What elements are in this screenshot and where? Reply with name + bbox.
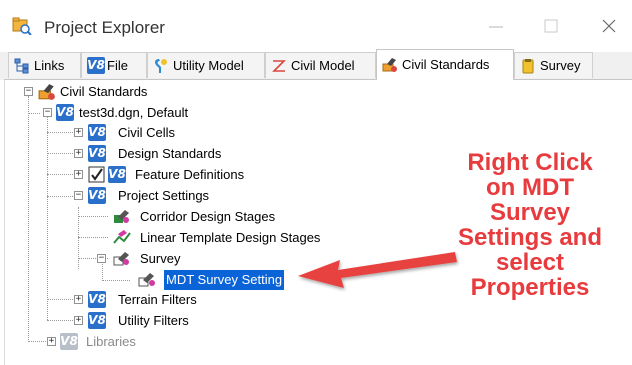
expand-icon[interactable]: + [74, 170, 83, 179]
v8-icon: V8 [87, 57, 105, 74]
tab-label: Utility Model [173, 58, 244, 73]
civil-model-icon [272, 60, 286, 72]
tree-node-survey[interactable]: − Survey [0, 249, 300, 269]
tab-label: Civil Model [291, 58, 355, 73]
tab-utility-model[interactable]: Utility Model [147, 52, 265, 78]
links-icon [14, 58, 29, 74]
callout-line: on MDT [486, 174, 574, 201]
node-label: test3d.dgn, Default [79, 105, 189, 120]
expand-icon[interactable]: + [47, 337, 56, 346]
minimize-button[interactable] [484, 14, 508, 38]
expand-icon[interactable]: + [74, 316, 83, 325]
project-explorer-icon [12, 17, 32, 35]
minimize-icon [489, 26, 503, 28]
survey-setting-icon [138, 273, 155, 287]
tab-survey[interactable]: Survey [514, 52, 593, 78]
node-label: Feature Definitions [135, 167, 245, 182]
node-label: Civil Cells [118, 125, 176, 140]
node-label: Terrain Filters [118, 292, 197, 307]
node-label: Civil Standards [60, 84, 148, 99]
collapse-icon[interactable]: − [24, 87, 33, 96]
tab-civil-standards[interactable]: Civil Standards [376, 49, 514, 80]
annotation-callout: Right Click on MDT Survey Settings and s… [440, 150, 620, 300]
node-label: Survey [140, 251, 181, 266]
tree-node-project-settings[interactable]: − V8 Project Settings [0, 186, 300, 206]
callout-line: Properties [470, 274, 590, 301]
tab-label: Links [34, 58, 65, 73]
v8-icon: V8 [88, 187, 106, 204]
node-label: Utility Filters [118, 313, 189, 328]
tree-node-feature-definitions[interactable]: + V8 Feature Definitions [0, 165, 300, 185]
tree-node-corridor-design-stages[interactable]: Corridor Design Stages [0, 207, 320, 227]
callout-line: Survey [489, 199, 571, 226]
tree-node-civil-standards[interactable]: − Civil Standards [0, 82, 300, 102]
checkbox-checked-icon[interactable] [88, 166, 106, 184]
maximize-icon [544, 19, 558, 33]
tree-node-design-standards[interactable]: + V8 Design Standards [0, 144, 300, 164]
node-label: Project Settings [118, 188, 210, 203]
v8-icon: V8 [88, 145, 106, 162]
tab-label: File [107, 58, 128, 73]
maximize-button[interactable] [539, 14, 563, 38]
tree-node-libraries[interactable]: + V8 Libraries [0, 332, 300, 352]
expand-icon[interactable]: + [74, 128, 83, 137]
close-icon [602, 19, 616, 33]
close-button[interactable] [597, 14, 621, 38]
tree-node-civil-cells[interactable]: + V8 Civil Cells [0, 123, 300, 143]
node-label: Libraries [86, 334, 136, 349]
v8-icon: V8 [108, 166, 126, 183]
node-label: MDT Survey Setting [164, 270, 285, 290]
tab-label: Survey [540, 58, 581, 73]
callout-line: select [495, 249, 565, 276]
tree-node-terrain-filters[interactable]: + V8 Terrain Filters [0, 290, 300, 310]
settings-tool-icon [114, 210, 129, 223]
collapse-icon[interactable]: − [74, 191, 83, 200]
survey-settings-icon [113, 252, 129, 266]
utility-model-icon [155, 59, 167, 73]
v8-icon: V8 [88, 291, 106, 308]
v8-icon: V8 [60, 333, 78, 350]
tab-file[interactable]: V8 File [81, 52, 147, 78]
tree-node-utility-filters[interactable]: + V8 Utility Filters [0, 311, 300, 331]
tree-node-mdt-survey-setting[interactable]: MDT Survey Setting [0, 270, 300, 290]
node-label: Design Standards [118, 146, 222, 161]
title-bar: Project Explorer [0, 0, 632, 52]
project-explorer-window: Project Explorer Links V8 File Utility M… [0, 0, 632, 365]
callout-line: Settings and [457, 224, 602, 251]
template-tool-icon [113, 230, 131, 244]
v8-icon: V8 [88, 312, 106, 329]
v8-icon: V8 [56, 104, 74, 121]
window-title: Project Explorer [44, 18, 165, 37]
tab-links[interactable]: Links [8, 52, 81, 78]
v8-icon: V8 [88, 124, 106, 141]
callout-line: Right Click [467, 149, 593, 176]
tree-node-file[interactable]: − V8 test3d.dgn, Default [0, 103, 300, 123]
expand-icon[interactable]: + [74, 149, 83, 158]
expand-icon[interactable]: + [74, 295, 83, 304]
tab-civil-model[interactable]: Civil Model [265, 52, 376, 78]
collapse-icon[interactable]: − [43, 108, 52, 117]
node-label: Corridor Design Stages [140, 209, 276, 224]
collapse-icon[interactable]: − [97, 254, 106, 263]
civil-standards-icon [382, 58, 397, 72]
civil-standards-icon [38, 84, 55, 100]
survey-icon [522, 59, 534, 74]
tab-label: Civil Standards [402, 57, 490, 72]
